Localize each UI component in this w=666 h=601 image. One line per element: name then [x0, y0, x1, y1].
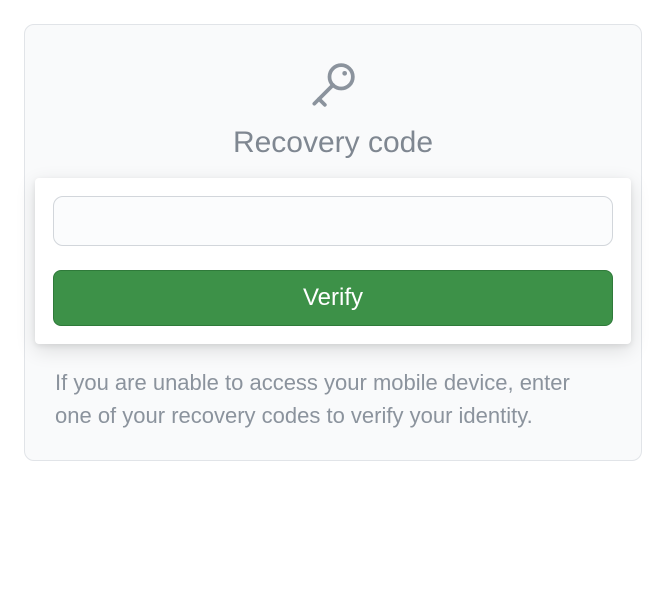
recovery-code-card: Recovery code Verify If you are unable t…	[24, 24, 642, 461]
recovery-form: Verify	[35, 178, 631, 344]
card-title: Recovery code	[233, 126, 433, 160]
card-header: Recovery code	[53, 57, 613, 160]
verify-button[interactable]: Verify	[53, 270, 613, 326]
help-text: If you are unable to access your mobile …	[53, 366, 613, 432]
recovery-code-input[interactable]	[53, 196, 613, 246]
key-icon	[305, 57, 361, 118]
